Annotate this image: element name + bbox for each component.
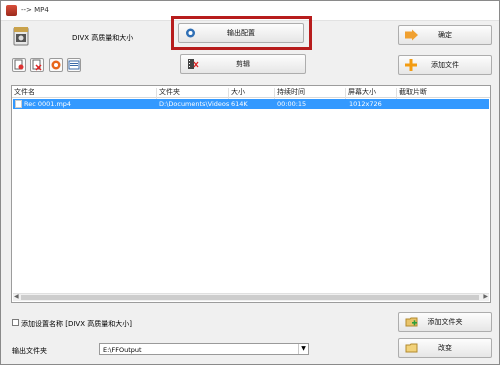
scrollbar-thumb[interactable] xyxy=(21,295,479,300)
change-button[interactable]: 改变 xyxy=(398,338,492,358)
window-title: --> MP4 xyxy=(21,6,49,14)
scroll-left-icon[interactable]: ◀ xyxy=(14,293,19,300)
cell-name: Rec 0001.mp4 xyxy=(24,100,72,108)
table-row[interactable]: Rec 0001.mp4 D:\Documents\Videos 614K 00… xyxy=(13,99,489,109)
add-file-button[interactable]: 添加文件 xyxy=(398,55,492,75)
video-file-icon xyxy=(15,100,22,108)
cell-duration: 00:00:15 xyxy=(277,100,307,108)
annotation-highlight xyxy=(171,16,312,50)
arrow-right-icon xyxy=(405,29,418,41)
plus-icon xyxy=(405,59,417,71)
app-icon xyxy=(6,5,17,16)
preview-icon[interactable] xyxy=(67,58,81,72)
add-file-label: 添加文件 xyxy=(431,61,459,69)
folder-open-icon xyxy=(405,343,418,353)
file-list-header: 文件名 文件夹 大小 持续时间 屏幕大小 截取片断 xyxy=(12,86,490,100)
horizontal-scrollbar[interactable]: ◀ ▶ xyxy=(13,293,489,301)
clip-button[interactable]: 剪辑 xyxy=(180,54,306,74)
remove-icon[interactable] xyxy=(30,58,44,72)
change-label: 改变 xyxy=(438,344,452,352)
profile-label: DIVX 高质量和大小 xyxy=(72,34,134,42)
cell-size: 614K xyxy=(231,100,248,108)
cell-screen-size: 1012x726 xyxy=(349,100,382,108)
profile-icon xyxy=(13,27,29,46)
add-folder-button[interactable]: 添加文件夹 xyxy=(398,312,492,332)
output-folder-select[interactable]: E:\FFOutput ▼ xyxy=(99,343,309,355)
film-clip-icon xyxy=(188,59,199,69)
ok-button[interactable]: 确定 xyxy=(398,25,492,45)
folder-icon xyxy=(405,317,418,327)
new-icon[interactable] xyxy=(12,58,26,72)
add-setting-name-checkbox[interactable] xyxy=(12,319,19,326)
main-window: --> MP4 DIVX 高质量和大小 输出配置 确定 剪辑 添加文件 文件名 … xyxy=(0,0,500,365)
output-folder-value: E:\FFOutput xyxy=(103,346,142,354)
cell-folder: D:\Documents\Videos xyxy=(159,100,230,108)
scroll-right-icon[interactable]: ▶ xyxy=(483,293,488,300)
chevron-down-icon[interactable]: ▼ xyxy=(298,344,308,354)
add-folder-label: 添加文件夹 xyxy=(427,318,463,326)
ok-label: 确定 xyxy=(438,31,452,39)
output-folder-label: 输出文件夹 xyxy=(12,347,47,355)
file-list[interactable]: 文件名 文件夹 大小 持续时间 屏幕大小 截取片断 Rec 0001.mp4 D… xyxy=(11,85,491,303)
add-setting-name-label: 添加设置名称 [DIVX 高质量和大小] xyxy=(21,320,132,328)
clip-label: 剪辑 xyxy=(236,60,250,68)
play-icon[interactable] xyxy=(49,58,63,72)
